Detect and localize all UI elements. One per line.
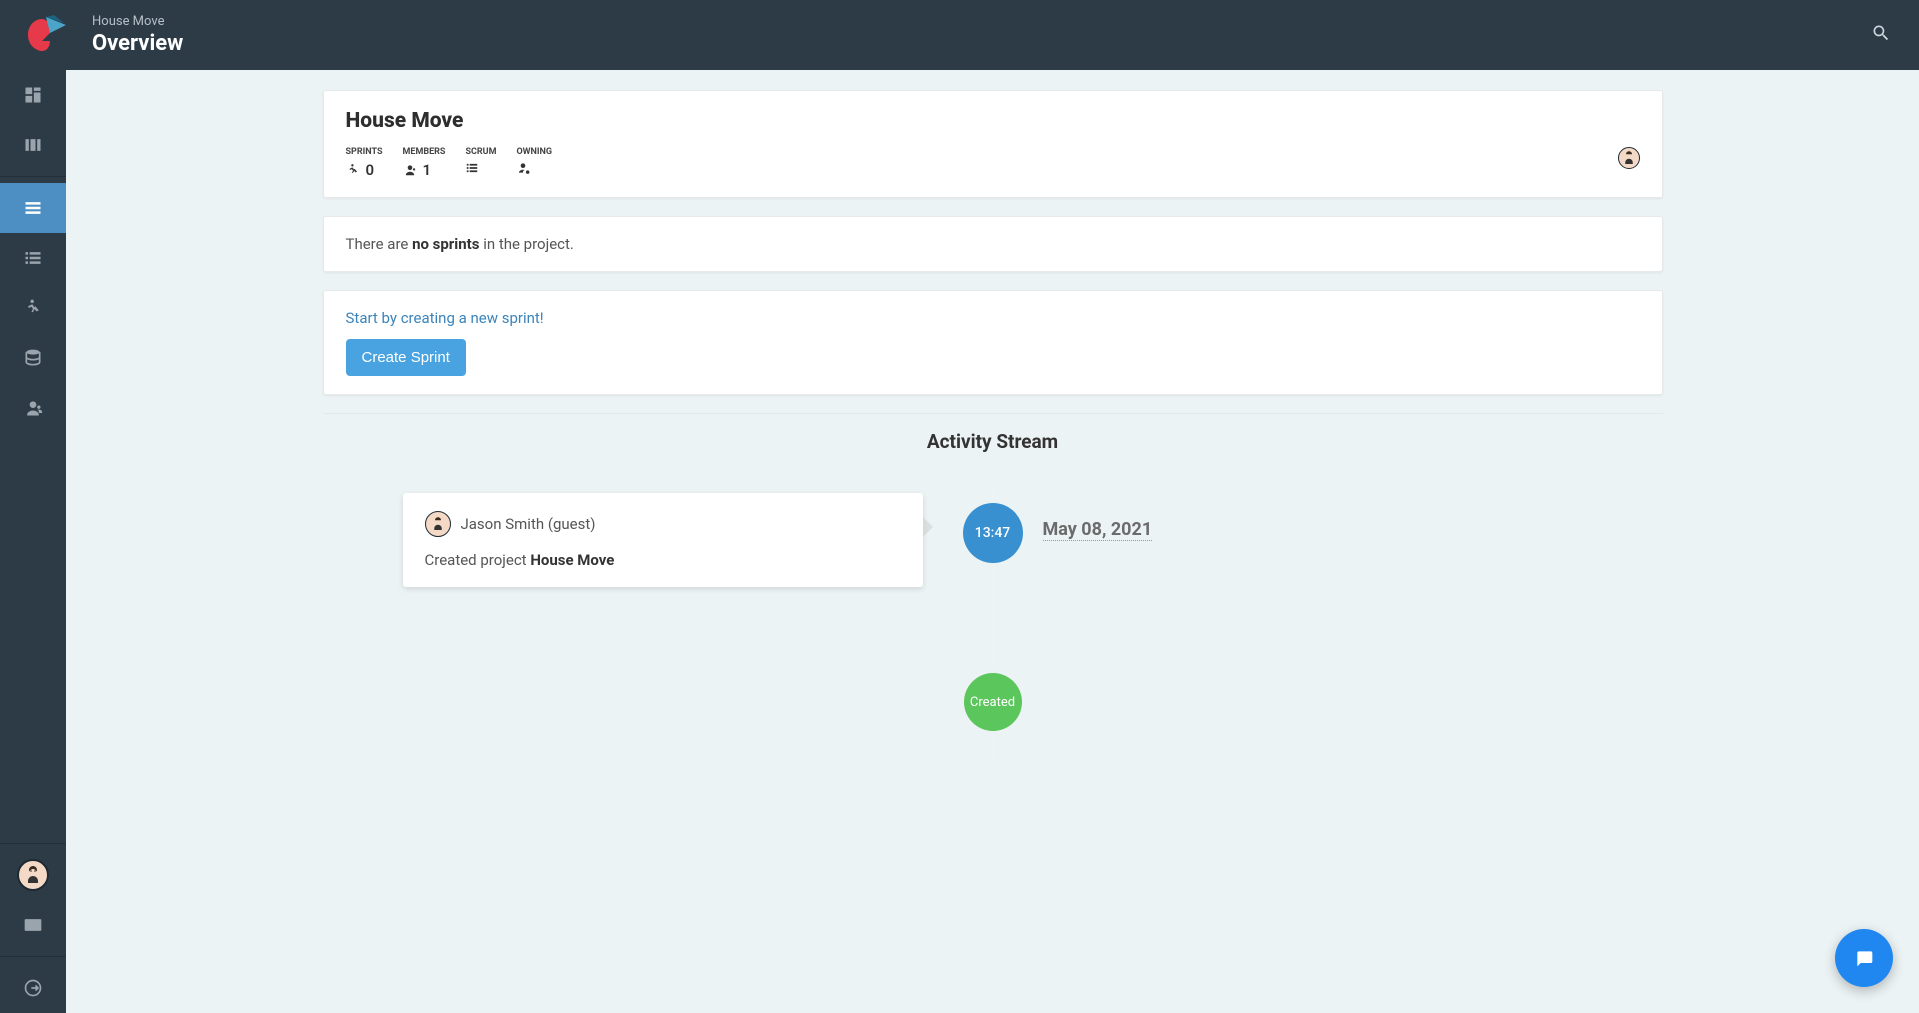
- sidebar-item-overview[interactable]: [0, 183, 66, 233]
- stat-scrum-label: SCRUM: [465, 147, 496, 157]
- avatar-icon: [1618, 147, 1640, 169]
- running-icon: [23, 298, 43, 318]
- topbar: House Move Overview: [0, 0, 1919, 70]
- list-icon: [465, 161, 479, 175]
- users-icon: [403, 163, 417, 177]
- no-sprints-prefix: There are: [346, 235, 413, 253]
- chat-button[interactable]: [1835, 929, 1893, 987]
- sidebar-item-dashboard[interactable]: [0, 70, 66, 120]
- sidebar-item-boards[interactable]: [0, 120, 66, 170]
- stat-sprints: SPRINTS 0: [346, 147, 383, 179]
- sidebar-item-members[interactable]: [0, 383, 66, 433]
- overview-icon: [23, 198, 43, 218]
- created-badge: Created: [964, 673, 1022, 731]
- logout-icon: [23, 978, 43, 998]
- database-icon: [23, 348, 43, 368]
- project-header-card: House Move SPRINTS 0 MEMBERS 1 SCRUM: [323, 90, 1663, 198]
- stat-members: MEMBERS 1: [403, 147, 446, 179]
- avatar-icon: [17, 859, 49, 891]
- backlog-icon: [23, 248, 43, 268]
- activity-action-project[interactable]: House Move: [530, 551, 614, 569]
- no-sprints-message: There are no sprints in the project.: [323, 216, 1663, 272]
- search-icon[interactable]: [1863, 15, 1899, 55]
- main-content: House Move SPRINTS 0 MEMBERS 1 SCRUM: [66, 70, 1919, 1013]
- project-title: House Move: [346, 109, 1640, 133]
- project-member-avatar[interactable]: [1618, 147, 1640, 169]
- stat-scrum: SCRUM: [465, 147, 496, 175]
- activity-user-name[interactable]: Jason Smith (guest): [461, 515, 596, 533]
- sidebar: [0, 70, 66, 1013]
- section-divider: [323, 413, 1663, 414]
- running-icon: [346, 163, 360, 177]
- stat-members-label: MEMBERS: [403, 147, 446, 157]
- activity-date-label[interactable]: May 08, 2021: [1043, 519, 1153, 541]
- sidebar-item-backlog[interactable]: [0, 233, 66, 283]
- create-sprint-button[interactable]: Create Sprint: [346, 339, 466, 376]
- page-title: Overview: [92, 31, 183, 56]
- sidebar-item-database[interactable]: [0, 333, 66, 383]
- sidebar-item-logout[interactable]: [0, 963, 66, 1013]
- header-text: House Move Overview: [92, 14, 183, 56]
- stat-owning: OWNING: [516, 147, 552, 175]
- stat-members-value: 1: [423, 161, 432, 179]
- no-sprints-suffix: in the project.: [479, 235, 573, 253]
- chat-icon: [1854, 948, 1874, 968]
- sidebar-item-billing[interactable]: [0, 900, 66, 950]
- stat-sprints-label: SPRINTS: [346, 147, 383, 157]
- activity-timeline: Jason Smith (guest) Created project Hous…: [323, 483, 1663, 763]
- no-sprints-bold: no sprints: [412, 235, 479, 253]
- activity-action-prefix: Created project: [425, 551, 531, 569]
- stat-sprints-value: 0: [366, 161, 375, 179]
- create-sprint-card: Start by creating a new sprint! Create S…: [323, 290, 1663, 395]
- owner-icon: [516, 161, 530, 175]
- avatar-icon: [425, 511, 451, 537]
- sidebar-item-sprint[interactable]: [0, 283, 66, 333]
- breadcrumb[interactable]: House Move: [92, 14, 183, 29]
- dashboard-icon: [23, 85, 43, 105]
- create-sprint-prompt: Start by creating a new sprint!: [346, 309, 1640, 327]
- sidebar-user-avatar[interactable]: [0, 850, 66, 900]
- app-logo[interactable]: [20, 11, 68, 59]
- stat-owning-label: OWNING: [516, 147, 552, 157]
- activity-stream-title: Activity Stream: [106, 430, 1879, 453]
- activity-item: Jason Smith (guest) Created project Hous…: [403, 493, 923, 587]
- boards-icon: [23, 135, 43, 155]
- credit-card-icon: [23, 915, 43, 935]
- members-icon: [23, 398, 43, 418]
- activity-time-badge: 13:47: [963, 503, 1023, 563]
